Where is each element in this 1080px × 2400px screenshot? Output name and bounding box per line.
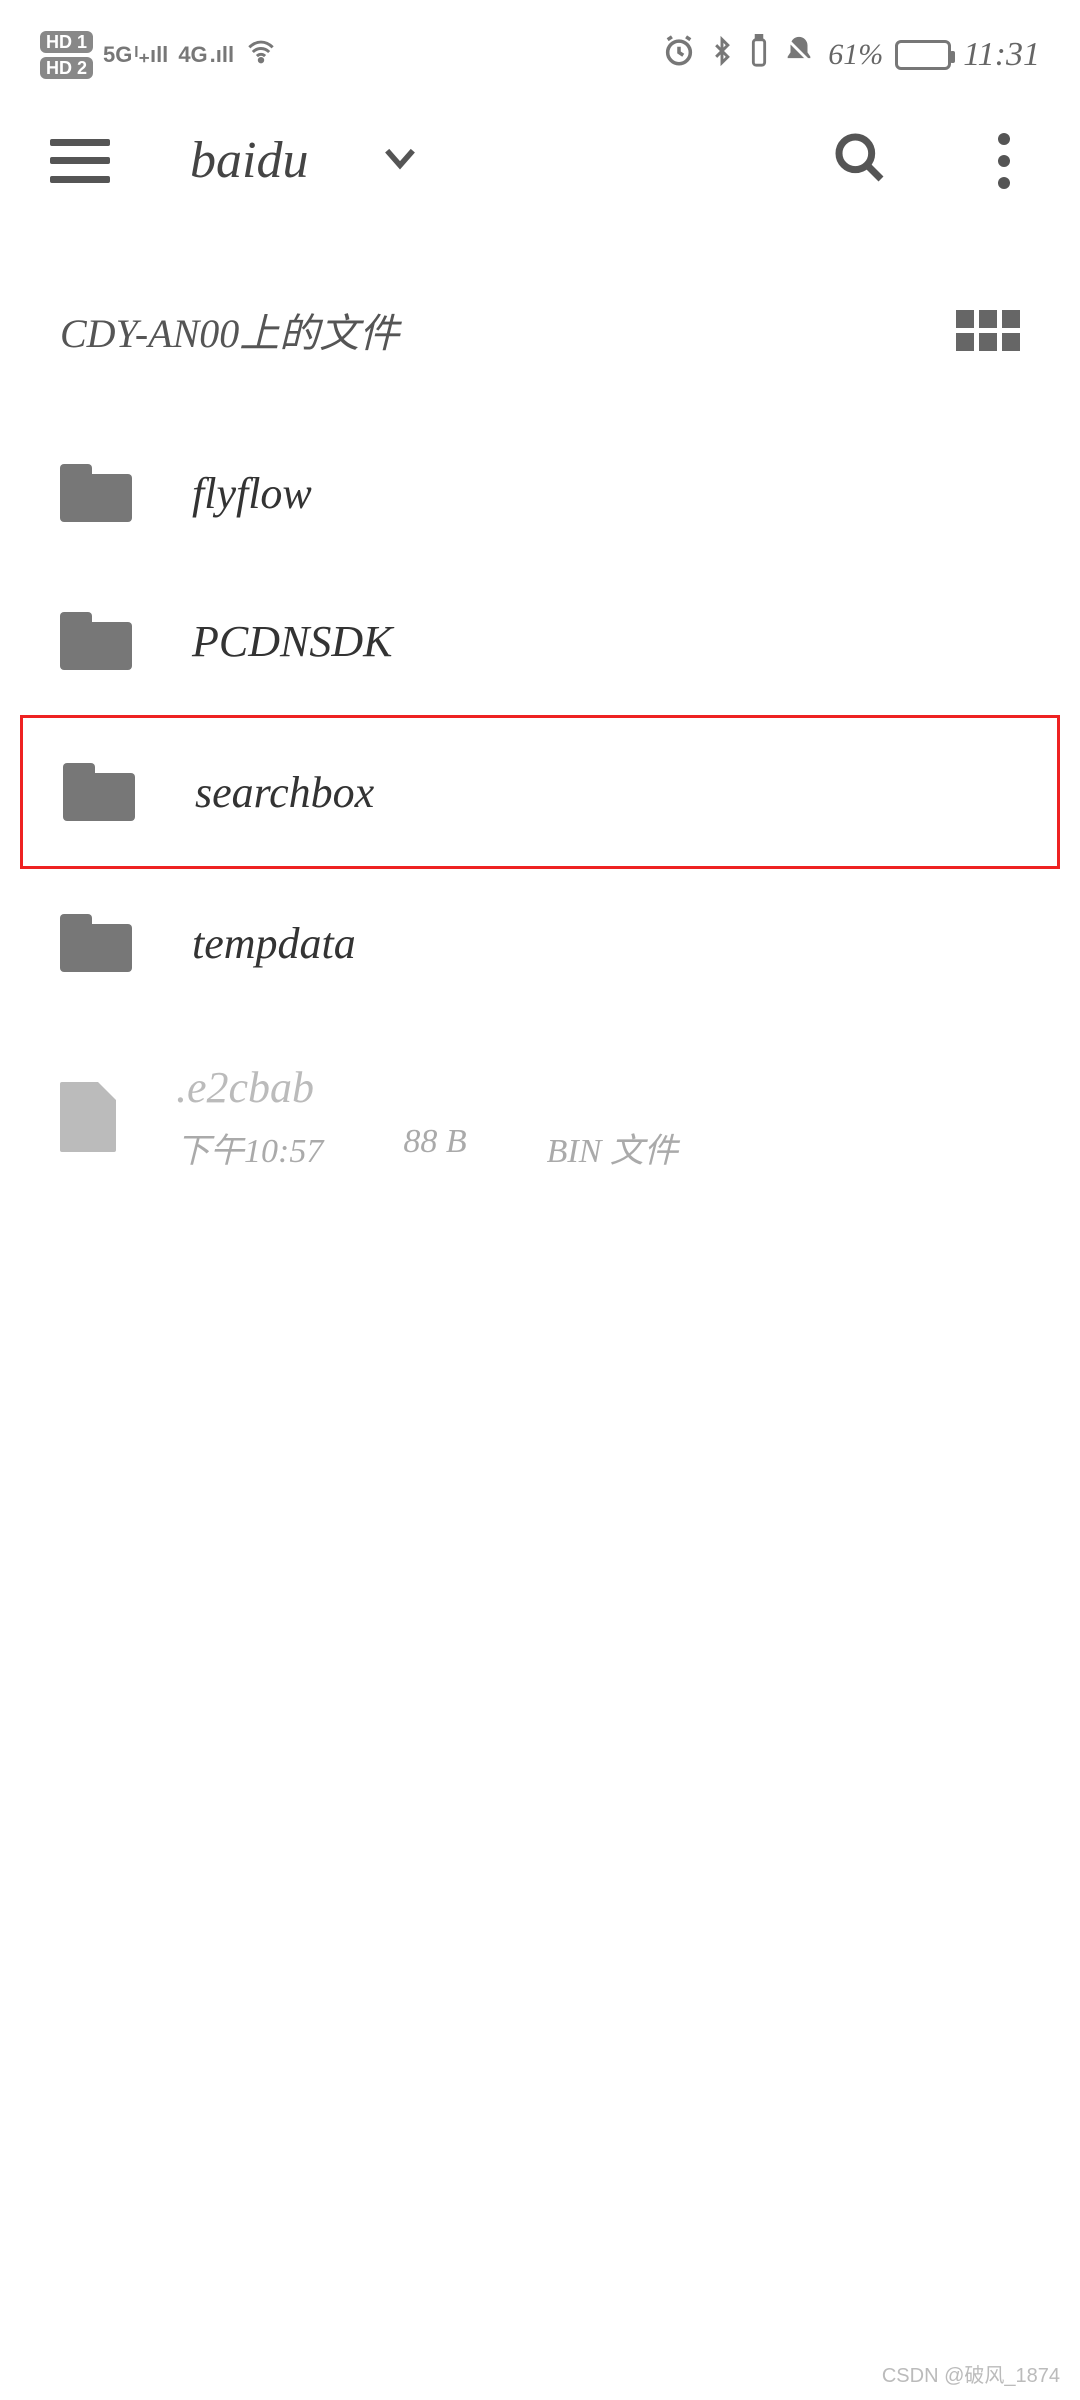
battery-icon (895, 40, 951, 70)
bluetooth-icon (708, 34, 736, 76)
folder-row[interactable]: PCDNSDK (20, 567, 1060, 715)
item-name: .e2cbab (176, 1062, 1020, 1113)
overflow-menu-button[interactable] (978, 133, 1030, 189)
wifi-icon (244, 38, 278, 73)
status-right: 61% 11:31 (662, 34, 1040, 76)
file-row[interactable]: .e2cbab 下午10:57 88 B BIN 文件 (20, 1017, 1060, 1217)
item-time: 下午10:57 (176, 1123, 323, 1172)
chevron-down-icon[interactable] (378, 136, 422, 185)
file-list: flyflow PCDNSDK searchbox tempdata .e2cbab 下午… (0, 399, 1080, 1237)
item-meta: 下午10:57 88 B BIN 文件 (176, 1123, 1020, 1172)
hd-badge-2: HD 2 (40, 57, 93, 79)
status-left: HD 1 HD 2 5G ᴵ₊ıll 4G .ıll (40, 31, 278, 79)
menu-button[interactable] (50, 139, 110, 183)
status-bar: HD 1 HD 2 5G ᴵ₊ıll 4G .ıll 61% 11:31 (0, 0, 1080, 90)
mute-icon (782, 34, 816, 76)
item-name: flyflow (192, 468, 1020, 519)
hd-badge-1: HD 1 (40, 31, 93, 53)
clock-text: 11:31 (963, 36, 1040, 74)
grid-view-button[interactable] (956, 310, 1020, 351)
signal-4g: 4G .ıll (178, 42, 234, 68)
item-name: searchbox (195, 767, 1017, 818)
search-button[interactable] (832, 130, 888, 191)
signal-5g: 5G ᴵ₊ıll (103, 42, 168, 68)
folder-row[interactable]: searchbox (20, 715, 1060, 869)
app-bar: baidu (0, 90, 1080, 221)
item-kind: BIN 文件 (547, 1123, 678, 1172)
watermark: CSDN @破风_1874 (882, 2359, 1060, 2388)
battery-percent: 61% (828, 38, 883, 72)
folder-row[interactable]: tempdata (20, 869, 1060, 1017)
breadcrumb-title[interactable]: baidu (190, 131, 308, 190)
folder-icon (60, 464, 132, 522)
alarm-icon (662, 34, 696, 76)
folder-icon (60, 914, 132, 972)
item-size: 88 B (403, 1123, 466, 1172)
folder-row[interactable]: flyflow (20, 419, 1060, 567)
battery-small-icon (748, 34, 770, 76)
folder-icon (60, 612, 132, 670)
folder-icon (63, 763, 135, 821)
file-icon (60, 1082, 116, 1152)
subheader: CDY-AN00上的文件 (0, 221, 1080, 399)
item-name: tempdata (192, 918, 1020, 969)
location-label: CDY-AN00上的文件 (60, 301, 399, 359)
item-name: PCDNSDK (192, 616, 1020, 667)
